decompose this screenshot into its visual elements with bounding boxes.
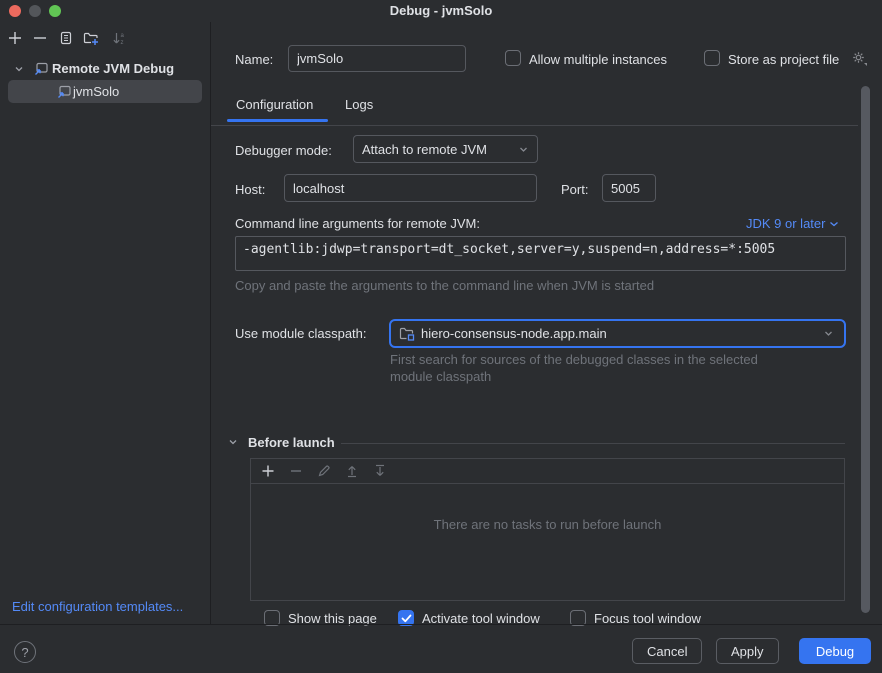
- svg-text:z: z: [120, 40, 123, 46]
- window-title: Debug - jvmSolo: [0, 3, 882, 18]
- plus-icon: [8, 31, 22, 45]
- add-task-button[interactable]: [259, 463, 276, 480]
- remove-configuration-button[interactable]: [31, 29, 49, 47]
- checkmark-icon: [401, 614, 412, 623]
- plus-icon: [261, 464, 275, 478]
- move-task-up-button[interactable]: [343, 463, 360, 480]
- arrow-down-bar-icon: [373, 464, 387, 478]
- cmd-args-field[interactable]: -agentlib:jdwp=transport=dt_socket,serve…: [235, 236, 846, 271]
- sort-az-icon: a z: [112, 31, 127, 46]
- store-as-project-file-checkbox[interactable]: [704, 50, 720, 66]
- port-input[interactable]: [602, 174, 656, 202]
- new-folder-icon: [83, 31, 99, 46]
- vertical-scrollbar[interactable]: [861, 86, 870, 613]
- copy-icon: [58, 31, 73, 46]
- cmd-args-label: Command line arguments for remote JVM:: [235, 216, 480, 231]
- port-label: Port:: [561, 182, 588, 197]
- chevron-down-icon: [823, 328, 834, 339]
- new-folder-button[interactable]: [82, 29, 100, 47]
- module-classpath-value: hiero-consensus-node.app.main: [421, 326, 607, 341]
- copy-configuration-button[interactable]: [56, 29, 74, 47]
- before-launch-toolbar: [251, 459, 844, 484]
- tab-logs[interactable]: Logs: [345, 92, 373, 116]
- chevron-down-icon: [228, 437, 238, 447]
- debugger-mode-label: Debugger mode:: [235, 143, 332, 158]
- chevron-down-icon[interactable]: [14, 64, 24, 74]
- allow-multiple-instances-checkbox[interactable]: [505, 50, 521, 66]
- remove-task-button[interactable]: [287, 463, 304, 480]
- title-bar: Debug - jvmSolo: [0, 0, 882, 22]
- name-label: Name:: [235, 52, 273, 67]
- cmd-args-hint: Copy and paste the arguments to the comm…: [235, 278, 654, 293]
- footer-divider: [0, 624, 882, 625]
- module-classpath-hint-line1: First search for sources of the debugged…: [390, 352, 758, 367]
- before-launch-panel: There are no tasks to run before launch: [250, 458, 845, 601]
- module-classpath-label: Use module classpath:: [235, 326, 367, 341]
- tree-item-label: jvmSolo: [73, 84, 119, 99]
- module-icon: [399, 326, 415, 342]
- chevron-down-icon: [829, 219, 839, 229]
- tree-group-label: Remote JVM Debug: [52, 61, 174, 76]
- debug-button[interactable]: Debug: [799, 638, 871, 664]
- host-label: Host:: [235, 182, 265, 197]
- tab-configuration[interactable]: Configuration: [236, 92, 313, 116]
- module-classpath-combobox[interactable]: hiero-consensus-node.app.main: [389, 319, 846, 348]
- empty-tasks-text: There are no tasks to run before launch: [251, 517, 844, 532]
- jdk-version-value: JDK 9 or later: [746, 216, 825, 231]
- sidebar-divider: [210, 22, 211, 624]
- edit-configuration-templates-link[interactable]: Edit configuration templates...: [12, 599, 183, 614]
- apply-button[interactable]: Apply: [716, 638, 779, 664]
- arrow-up-bar-icon: [345, 464, 359, 478]
- tabs-divider: [211, 125, 858, 126]
- gear-icon: [850, 49, 868, 67]
- allow-multiple-instances-label: Allow multiple instances: [529, 52, 667, 67]
- minus-icon: [33, 31, 47, 45]
- debugger-mode-dropdown[interactable]: Attach to remote JVM: [353, 135, 538, 163]
- cancel-button[interactable]: Cancel: [632, 638, 702, 664]
- store-as-project-file-label: Store as project file: [728, 52, 839, 67]
- remote-debug-config-icon: [33, 61, 49, 77]
- minus-icon: [289, 464, 303, 478]
- selected-tab-underline: [227, 119, 328, 122]
- move-task-down-button[interactable]: [371, 463, 388, 480]
- tree-group-remote-jvm-debug[interactable]: Remote JVM Debug: [0, 57, 210, 80]
- help-button[interactable]: ?: [14, 641, 36, 663]
- debugger-mode-value: Attach to remote JVM: [362, 142, 487, 157]
- sort-configurations-button[interactable]: a z: [110, 29, 128, 47]
- tree-item-jvmsolo-selected[interactable]: jvmSolo: [8, 80, 202, 103]
- module-classpath-hint-line2: module classpath: [390, 369, 491, 384]
- store-as-project-settings-button[interactable]: [850, 49, 868, 67]
- host-input[interactable]: [284, 174, 537, 202]
- before-launch-collapse-toggle[interactable]: [228, 437, 238, 447]
- name-input[interactable]: [288, 45, 466, 72]
- edit-task-button[interactable]: [315, 463, 332, 480]
- before-launch-label: Before launch: [248, 435, 335, 450]
- jdk-version-selector[interactable]: JDK 9 or later: [746, 216, 839, 231]
- add-configuration-button[interactable]: [6, 29, 24, 47]
- chevron-down-icon: [518, 144, 529, 155]
- before-launch-separator: [341, 443, 845, 444]
- pencil-icon: [317, 464, 331, 478]
- remote-debug-config-icon: [56, 84, 72, 100]
- svg-text:a: a: [120, 33, 124, 39]
